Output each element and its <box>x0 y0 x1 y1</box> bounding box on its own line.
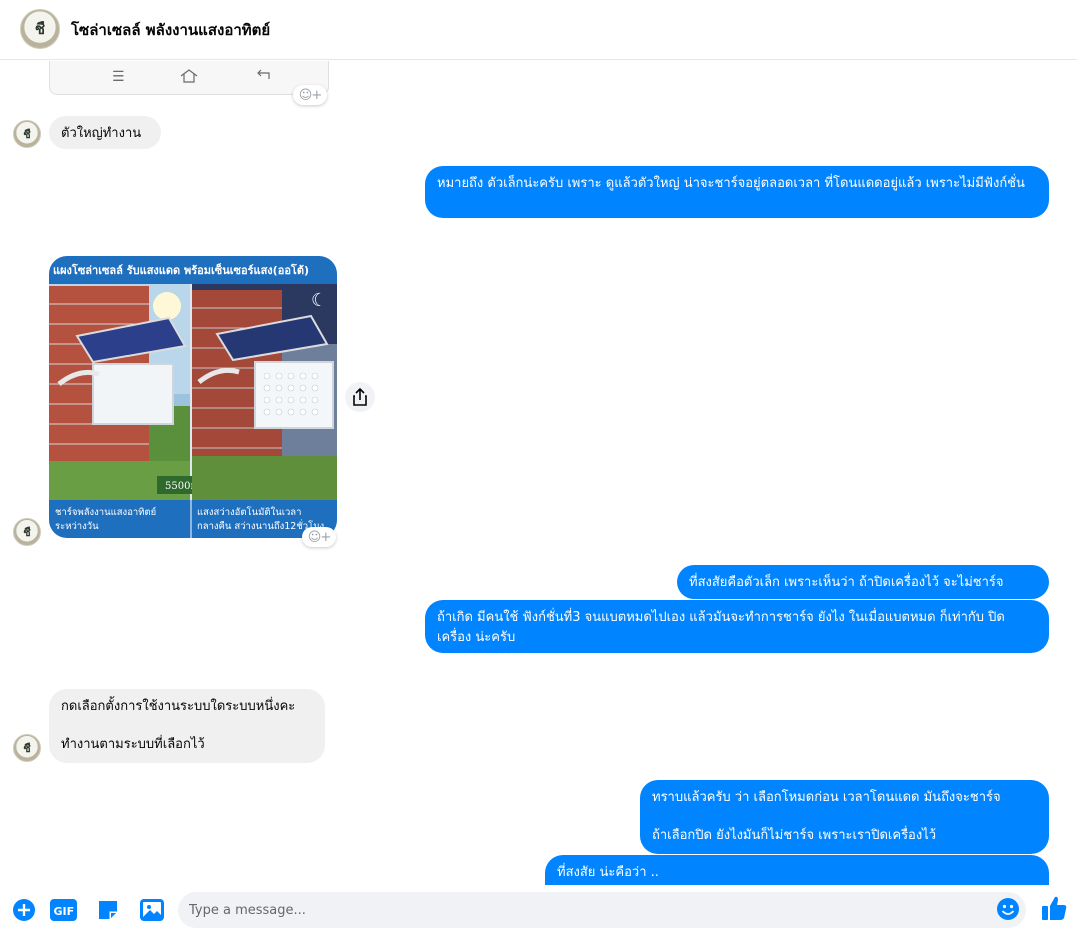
thumbs-up-icon[interactable] <box>1040 894 1068 922</box>
incoming-message[interactable]: กดเลือกตั้งการใช้งานระบบใดระบบหนึ่งคะ ทำ… <box>49 689 325 763</box>
share-button[interactable] <box>345 382 375 412</box>
caption-right-line1: แสงสว่างอัตโนมัติในเวลา <box>197 506 301 518</box>
caption-left-line2: ระหว่างวัน <box>55 521 99 532</box>
incoming-message[interactable]: ตัวใหญ่ทำงาน <box>49 116 161 149</box>
message-input[interactable] <box>178 892 1026 928</box>
image-message[interactable]: แผงโซล่าเซลล์ รับแสงแดด พร้อมเซ็นเซอร์แส… <box>49 256 337 538</box>
sender-avatar: ชื <box>13 518 41 546</box>
conversation-header: ชื โซล่าเซลล์ พลังงานแสงอาทิตย์ <box>0 0 1077 60</box>
message-line: ถ้าเลือกปิด ยังไงมันก็ไม่ชาร์จ เพราะเราป… <box>652 828 937 843</box>
back-icon <box>255 69 271 85</box>
menu-icon: ☰ <box>112 69 125 85</box>
moon-icon: ☾ <box>311 290 327 311</box>
add-reaction-icon[interactable]: ☺+ <box>293 85 327 105</box>
outgoing-message[interactable]: ทราบแล้วครับ ว่า เลือกโหมดก่อน เวลาโดนแด… <box>640 780 1049 854</box>
message-line: กดเลือกตั้งการใช้งานระบบใดระบบหนึ่งคะ <box>61 699 296 714</box>
image-icon[interactable] <box>139 897 165 923</box>
message-composer: GIF <box>0 885 1077 935</box>
emoji-icon[interactable] <box>995 896 1021 922</box>
outgoing-message[interactable]: ถ้าเกิด มีคนใช้ ฟังก์ชั่นที่3 จนแบตหมดไป… <box>425 600 1049 653</box>
sender-avatar: ชื <box>13 734 41 762</box>
sender-avatar: ชื <box>13 120 41 148</box>
share-icon <box>353 388 367 406</box>
sticker-icon[interactable] <box>95 897 121 923</box>
outgoing-message[interactable]: ที่สงสัย น่ะคือว่า .. <box>545 855 1049 885</box>
home-icon <box>180 69 198 87</box>
avatar-logo: ชื <box>34 20 46 38</box>
image-banner-text: แผงโซล่าเซลล์ รับแสงแดด พร้อมเซ็นเซอร์แส… <box>53 263 309 277</box>
add-reaction-icon[interactable]: ☺+ <box>302 527 336 547</box>
message-line: ทราบแล้วครับ ว่า เลือกโหมดก่อน เวลาโดนแด… <box>652 790 1001 805</box>
gif-icon[interactable]: GIF <box>49 897 77 923</box>
contact-avatar[interactable]: ชื <box>20 9 60 49</box>
message-line: ทำงานตามระบบที่เลือกไว้ <box>61 737 205 752</box>
caption-left-line1: ชาร์จพลังงานแสงอาทิตย์ <box>55 506 156 518</box>
outgoing-message[interactable]: ที่สงสัยคือตัวเล็ก เพราะเห็นว่า ถ้าปิดเค… <box>677 565 1049 599</box>
message-thread[interactable]: ☰ ☺+ ชื ตัวใหญ่ทำงาน หมายถึง ตัวเล็กน่ะค… <box>0 61 1077 885</box>
svg-text:GIF: GIF <box>53 905 74 918</box>
outgoing-message[interactable]: หมายถึง ตัวเล็กน่ะครับ เพราะ ดูแล้วตัวให… <box>425 166 1049 218</box>
contact-name[interactable]: โซล่าเซลล์ พลังงานแสงอาทิตย์ <box>71 18 270 42</box>
plus-circle-icon[interactable] <box>11 897 37 923</box>
previous-image-message[interactable]: ☰ <box>49 61 329 95</box>
